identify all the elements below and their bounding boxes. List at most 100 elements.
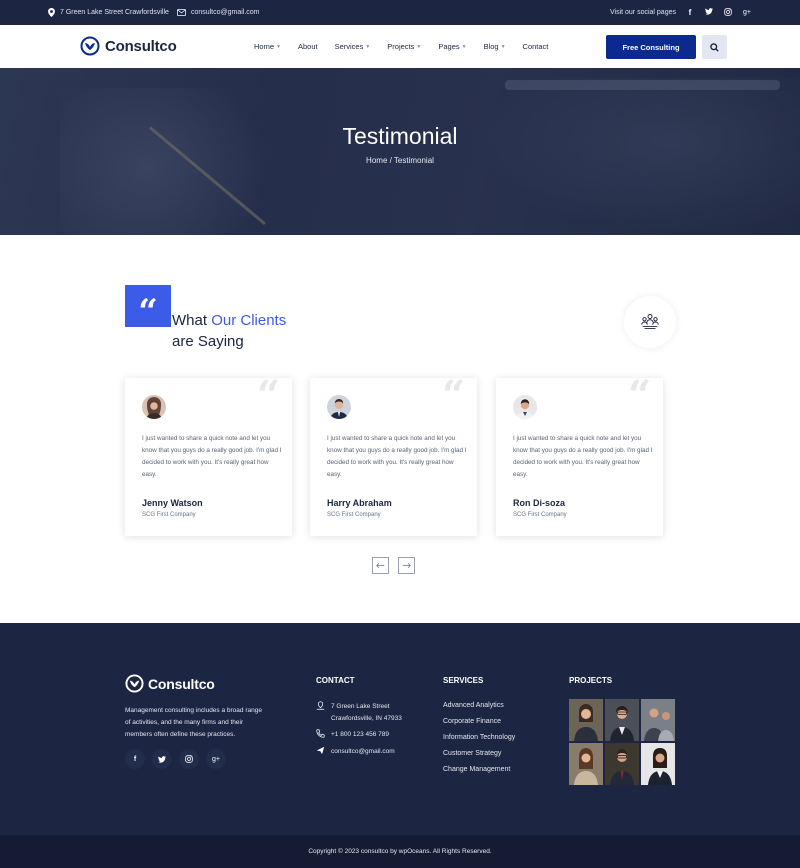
service-link[interactable]: Customer Strategy (443, 749, 515, 765)
copyright-bar: Copyright © 2023 consultco by wpOceans. … (0, 835, 800, 868)
nav-services-label: Services (334, 42, 364, 51)
projects-gallery (569, 699, 675, 785)
chevron-down-icon: ▼ (365, 43, 371, 50)
topbar-address: 7 Green Lake Street Crawfordsville (48, 8, 169, 17)
arrow-left-icon (376, 562, 385, 569)
send-icon (316, 746, 325, 759)
copyright-text: Copyright © 2023 consultco by wpOceans. … (308, 848, 492, 855)
topbar-address-text: 7 Green Lake Street Crawfordsville (60, 9, 169, 16)
avatar (142, 395, 166, 419)
chevron-down-icon: ▼ (276, 43, 281, 50)
free-consulting-button[interactable]: Free Consulting (606, 35, 696, 59)
project-thumbnail[interactable] (569, 743, 603, 785)
people-group-icon (641, 314, 659, 329)
logo-text: Consultco (105, 37, 177, 55)
project-thumbnail[interactable] (605, 743, 639, 785)
top-bar: 7 Green Lake Street Crawfordsville consu… (0, 0, 800, 25)
client-company: SCG First Company (142, 512, 196, 518)
nav-about[interactable]: About (298, 42, 318, 51)
nav-pages-label: Pages (438, 42, 460, 51)
nav-blog[interactable]: Blog ▼ (484, 42, 506, 51)
quote-mark-icon: “ (627, 372, 651, 419)
nav-contact[interactable]: Contact (523, 42, 549, 51)
next-slide-button[interactable] (398, 557, 415, 574)
testimonial-card: “ I just wanted to share a quick note an… (310, 372, 477, 536)
project-thumbnail[interactable] (641, 743, 675, 785)
footer-logo-text: Consultco (148, 675, 215, 692)
google-plus-icon[interactable]: g+ (742, 9, 752, 16)
footer-phone-text: +1 800 123 456 789 (331, 731, 390, 738)
nav-contact-label: Contact (522, 42, 549, 51)
topbar-email-text: consultco@gmail.com (190, 9, 260, 16)
footer-phone[interactable]: +1 800 123 456 789 (316, 729, 402, 742)
nav-home[interactable]: Home ▼ (254, 42, 281, 51)
quote-mark-icon: “ (441, 372, 465, 419)
logo-emblem-icon (125, 674, 144, 693)
search-icon (710, 42, 719, 52)
twitter-icon[interactable] (704, 8, 714, 17)
client-company: SCG First Company (513, 512, 567, 518)
services-list: Advanced Analytics Corporate Finance Inf… (443, 701, 515, 781)
instagram-icon[interactable] (179, 749, 199, 769)
topbar-email[interactable]: consultco@gmail.com (176, 9, 260, 16)
nav-services[interactable]: Services ▼ (335, 42, 371, 51)
project-thumbnail[interactable] (569, 699, 603, 741)
testimonial-text: I just wanted to share a quick note and … (327, 435, 467, 478)
google-plus-icon[interactable]: g+ (206, 749, 226, 769)
facebook-icon[interactable]: f (685, 8, 695, 17)
services-heading: SERVICES (443, 676, 484, 685)
nav-projects[interactable]: Projects ▼ (387, 42, 421, 51)
main-header: Consultco Home ▼ About Services ▼ Projects… (0, 25, 800, 68)
testimonial-card: “ I just wanted to share a quick note an… (496, 372, 663, 536)
service-link[interactable]: Change Management (443, 765, 515, 781)
footer-email[interactable]: consultco@gmail.com (316, 746, 402, 759)
map-pin-icon (48, 8, 55, 17)
social-label: Visit our social pages (609, 9, 676, 16)
facebook-icon[interactable]: f (125, 749, 145, 769)
heading-accent: Our Clients (211, 312, 287, 329)
service-link[interactable]: Corporate Finance (443, 717, 515, 733)
page-hero: Testimonial Home / Testimonial (0, 68, 800, 235)
breadcrumb: Home / Testimonial (366, 156, 434, 165)
quote-icon: “ (125, 285, 171, 329)
search-button[interactable] (702, 35, 727, 59)
nav-pages[interactable]: Pages ▼ (438, 42, 466, 51)
mail-icon (176, 9, 186, 16)
client-name: Harry Abraham (327, 498, 392, 508)
phone-icon (316, 729, 325, 742)
service-link[interactable]: Advanced Analytics (443, 701, 515, 717)
client-company: SCG First Company (327, 512, 381, 518)
prev-slide-button[interactable] (372, 557, 389, 574)
client-name: Ron Di-soza (513, 498, 566, 508)
footer-logo[interactable]: Consultco (125, 674, 215, 693)
project-thumbnail[interactable] (605, 699, 639, 741)
testimonial-card: “ I just wanted to share a quick note an… (125, 372, 292, 536)
heading-line-2: are Saying (172, 333, 244, 350)
hero-overlay (0, 68, 800, 235)
footer-address-line1: 7 Green Lake Street (331, 703, 390, 710)
twitter-icon[interactable] (152, 749, 172, 769)
main-nav: Home ▼ About Services ▼ Projects ▼ Pages ▼ B… (254, 25, 565, 68)
contact-heading: CONTACT (316, 676, 355, 685)
footer-address-line2: Crawfordsville, IN 47933 (331, 715, 402, 722)
service-link[interactable]: Information Technology (443, 733, 515, 749)
nav-home-label: Home (254, 42, 275, 51)
avatar (327, 395, 351, 419)
chevron-down-icon: ▼ (416, 43, 422, 50)
arrow-right-icon (402, 562, 411, 569)
footer-email-text: consultco@gmail.com (331, 748, 395, 755)
site-footer: Consultco Management consulting includes… (0, 623, 800, 835)
chevron-down-icon: ▼ (461, 43, 467, 50)
client-name: Jenny Watson (142, 498, 203, 508)
instagram-icon[interactable] (723, 7, 733, 18)
project-thumbnail[interactable] (641, 699, 675, 741)
nav-blog-label: Blog (483, 42, 499, 51)
heading-text: What (172, 312, 212, 329)
footer-description: Management consulting includes a broad r… (125, 707, 262, 738)
avatar (513, 395, 537, 419)
footer-contact: 7 Green Lake Street Crawfordsville, IN 4… (316, 701, 402, 763)
projects-heading: PROJECTS (569, 676, 613, 685)
quote-mark-icon: “ (256, 372, 280, 419)
site-logo[interactable]: Consultco (80, 36, 177, 56)
footer-address: 7 Green Lake Street Crawfordsville, IN 4… (316, 701, 402, 725)
